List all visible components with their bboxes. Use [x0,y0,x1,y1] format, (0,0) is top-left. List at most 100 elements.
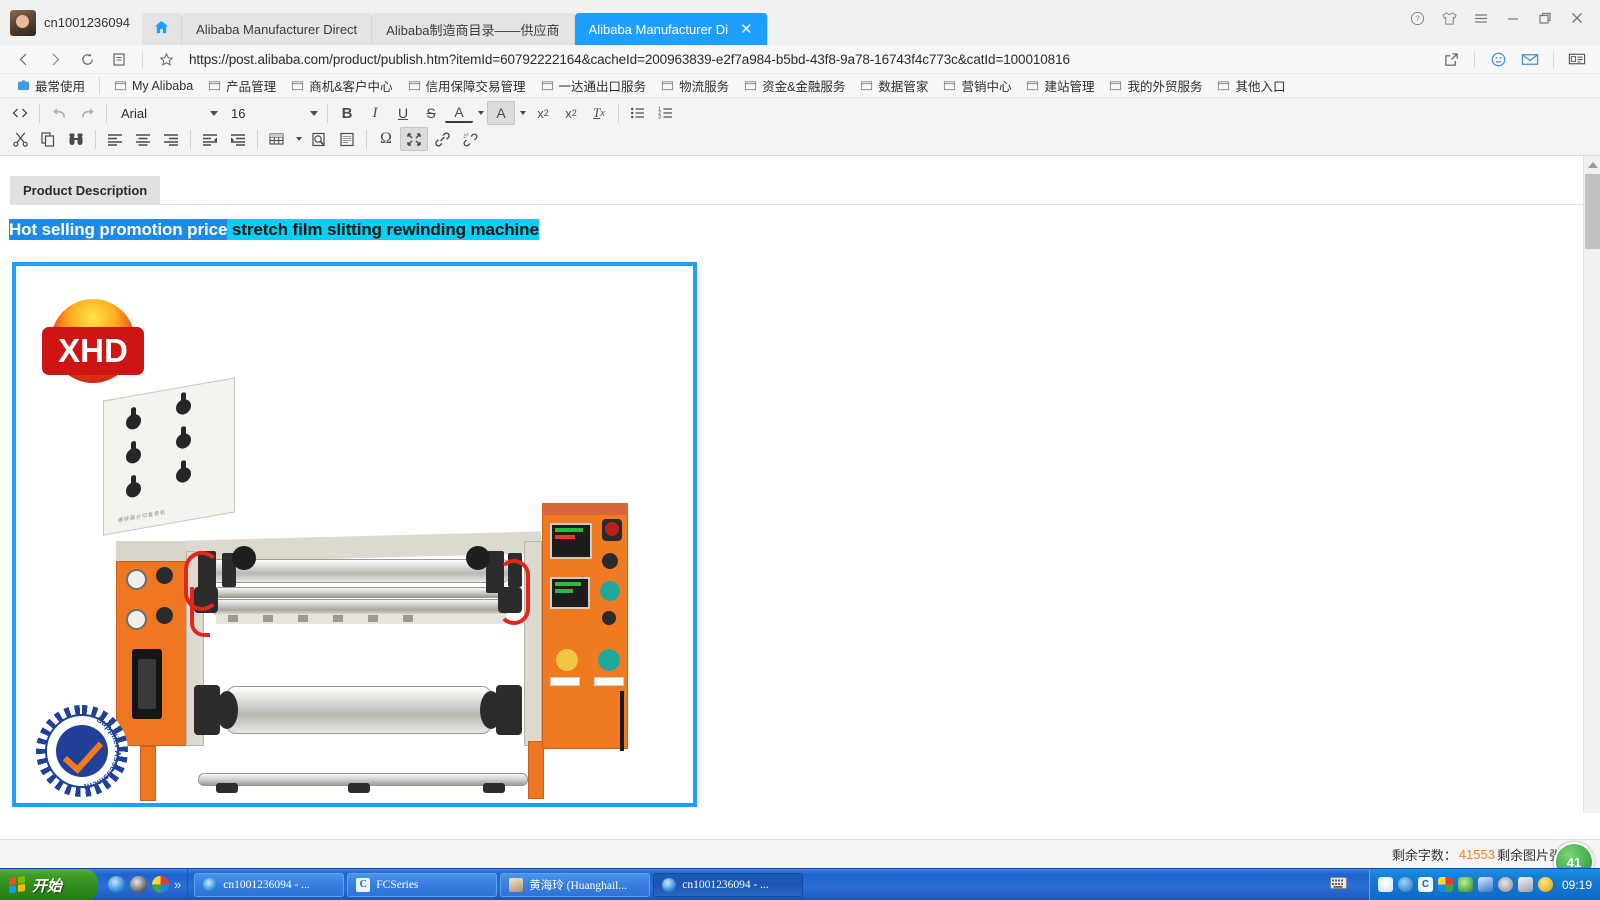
underline-button[interactable]: U [389,101,417,125]
reader-mode-icon[interactable] [104,46,134,72]
smiley-icon[interactable] [1483,46,1513,72]
update-icon[interactable] [1457,877,1473,892]
taskbar-item-1[interactable]: C FCSeries [347,872,498,897]
bookmark-item-9[interactable]: 营销中心 [936,76,1018,95]
text-color-button[interactable]: A [445,103,473,123]
font-size-select[interactable]: 16 [222,102,322,124]
indent-button[interactable] [224,127,252,151]
browser-chrome: cn1001236094 Alibaba Manufacturer Direct… [0,0,1600,98]
align-center-button[interactable] [129,127,157,151]
font-family-select[interactable]: Arial [112,102,222,124]
taskbar-item-2[interactable]: 黄海玲 (Huanghail... [500,872,651,897]
bold-button[interactable]: B [333,101,361,125]
text-color-dropdown[interactable] [473,101,487,125]
bookmark-item-7[interactable]: 资金&金融服务 [737,76,852,95]
redo-button[interactable] [73,101,101,125]
insert-link-button[interactable] [428,127,456,151]
remove-format-button[interactable]: Tx [585,101,613,125]
bell-icon[interactable] [1377,877,1393,892]
product-image-frame[interactable]: XHD 缠绕膜分切复卷机 Supplier Assessment [12,262,697,807]
close-button[interactable] [1562,4,1592,32]
menu-button[interactable] [1466,4,1496,32]
notes-icon[interactable] [1562,46,1592,72]
editor-content-area[interactable]: Product Description Hot selling promotio… [0,156,1600,813]
source-code-button[interactable] [6,101,34,125]
cut-button[interactable] [6,127,34,151]
bookmark-item-6[interactable]: 物流服务 [654,76,736,95]
template-button[interactable] [333,127,361,151]
plus-icon[interactable] [1537,877,1553,892]
home-tab-button[interactable] [142,13,183,45]
bookmark-label: 营销中心 [961,80,1012,94]
scrollbar-thumb[interactable] [1585,174,1600,249]
bookmark-item-12[interactable]: 其他入口 [1210,76,1292,95]
help-button[interactable]: ? [1402,4,1432,32]
browser-tab-0[interactable]: Alibaba Manufacturer Direct [182,13,373,45]
unlink-button[interactable] [456,127,484,151]
outdent-button[interactable] [196,127,224,151]
browser-tab-2[interactable]: Alibaba Manufacturer Di ✕ [574,13,768,45]
c-icon[interactable]: C [1417,877,1433,892]
product-headline[interactable]: Hot selling promotion price stretch film… [0,205,1600,240]
bookmark-item-5[interactable]: 一达通出口服务 [534,76,654,95]
find-button[interactable] [62,127,90,151]
browser-icon[interactable] [130,876,147,893]
media-icon[interactable] [152,876,169,893]
table-dropdown[interactable] [291,127,305,151]
shield-icon[interactable] [1397,877,1413,892]
subscript-button[interactable]: x2 [557,101,585,125]
taskbar-clock[interactable]: 09:19 [1558,878,1592,892]
mail-icon[interactable] [1515,46,1545,72]
italic-button[interactable]: I [361,101,389,125]
align-left-button[interactable] [101,127,129,151]
fullscreen-button[interactable] [400,127,428,151]
insert-table-button[interactable] [263,127,291,151]
open-external-icon[interactable] [1436,46,1466,72]
special-character-button[interactable]: Ω [372,127,400,151]
scroll-up-button[interactable] [1584,156,1600,173]
close-icon[interactable]: ✕ [740,22,753,37]
network-icon[interactable] [1477,877,1493,892]
account-chip[interactable]: cn1001236094 [0,0,142,45]
volume-icon[interactable] [1497,877,1513,892]
tab-product-description[interactable]: Product Description [10,176,161,204]
language-bar[interactable] [1309,869,1369,900]
bookmark-item-4[interactable]: 信用保障交易管理 [401,76,533,95]
start-button[interactable]: 开始 [0,869,98,900]
strikethrough-button[interactable]: S [417,101,445,125]
back-button[interactable] [8,46,38,72]
left-control-panel: 缠绕膜分切复卷机 [103,377,235,536]
bookmark-item-3[interactable]: 商机&客户中心 [284,76,399,95]
taskbar-item-3[interactable]: cn1001236094 - ... [653,872,804,897]
browser-tab-1[interactable]: Alibaba制造商目录——供应商 [372,13,575,45]
bookmark-item-8[interactable]: 数据管家 [853,76,935,95]
taskbar-item-0[interactable]: cn1001236094 - ... [194,872,345,897]
ie-icon[interactable] [108,876,125,893]
quick-launch-more-button[interactable]: » [174,877,181,892]
bulleted-list-button[interactable] [624,101,652,125]
skin-button[interactable] [1434,4,1464,32]
background-color-dropdown[interactable] [515,101,529,125]
security-icon[interactable] [1437,877,1453,892]
bookmark-item-10[interactable]: 建站管理 [1019,76,1101,95]
minimize-button[interactable] [1498,4,1528,32]
maximize-button[interactable] [1530,4,1560,32]
preview-button[interactable] [305,127,333,151]
bookmark-item-1[interactable]: My Alibaba [107,79,200,93]
url-input[interactable]: https://post.alibaba.com/product/publish… [183,52,1434,67]
printer-icon[interactable] [1517,877,1533,892]
undo-button[interactable] [45,101,73,125]
reload-button[interactable] [72,46,102,72]
bookmark-item-2[interactable]: 产品管理 [201,76,283,95]
background-color-button[interactable]: A [487,101,515,125]
bookmark-item-0[interactable]: 最常使用 [10,76,92,95]
align-right-button[interactable] [157,127,185,151]
bookmark-star-icon[interactable] [151,46,181,72]
superscript-button[interactable]: x2 [529,101,557,125]
editor-scrollbar[interactable] [1583,156,1600,813]
numbered-list-button[interactable]: 123 [652,101,680,125]
chevron-up-icon [1587,161,1598,168]
bookmark-item-11[interactable]: 我的外贸服务 [1102,76,1209,95]
forward-button[interactable] [40,46,70,72]
copy-button[interactable] [34,127,62,151]
